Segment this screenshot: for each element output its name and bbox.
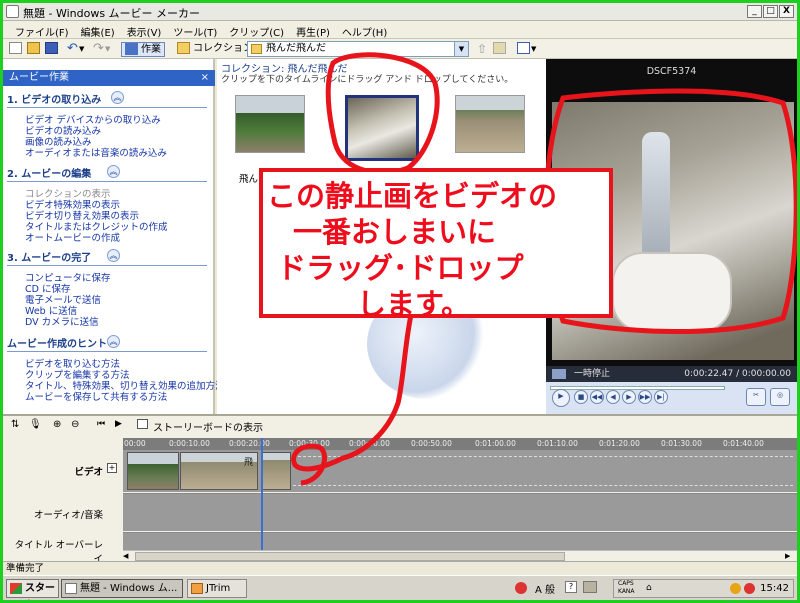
instruction-callout: この静止画をビデオの 一番おしまいに ドラッグ･ドロップ します。 xyxy=(259,168,613,321)
callout-line: 一番おしまいに xyxy=(293,215,497,249)
app-window: 無題 - Windows ムービー メーカー _ □ X ファイル(F) 編集(E… xyxy=(3,3,797,600)
callout-line: します。 xyxy=(357,287,471,321)
circle-around-selected-clip xyxy=(325,52,440,176)
callout-line: ドラッグ･ドロップ xyxy=(277,251,524,285)
callout-line: この静止画をビデオの xyxy=(267,179,558,213)
arrow-to-timeline-end xyxy=(291,314,414,486)
